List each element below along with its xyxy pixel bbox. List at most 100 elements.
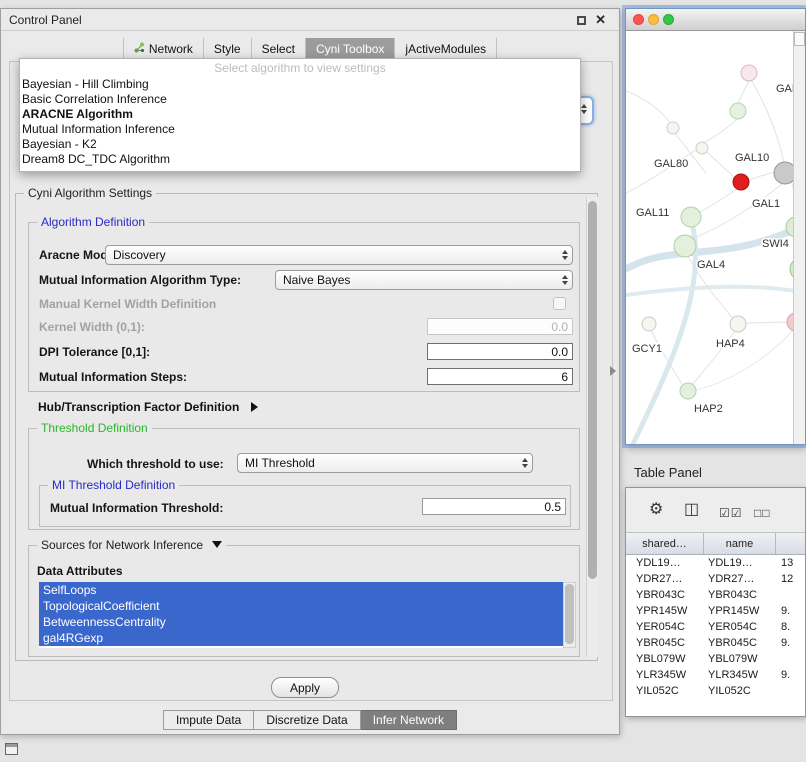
column-header-name[interactable]: name (704, 533, 776, 554)
network-node[interactable] (741, 65, 757, 81)
manual-kernel-checkbox[interactable] (553, 297, 566, 310)
mi-threshold-field[interactable]: 0.5 (422, 498, 566, 515)
algorithm-option[interactable]: Bayesian - Hill Climbing (20, 77, 580, 92)
tab-style[interactable]: Style (203, 38, 251, 59)
table-row[interactable]: YPR145WYPR145W9. (626, 603, 805, 619)
algorithm-option[interactable]: Basic Correlation Inference (20, 92, 580, 107)
control-panel-window: Control Panel ✕ Network Style Select Cyn… (0, 8, 620, 735)
tab-select[interactable]: Select (251, 38, 305, 59)
network-node[interactable] (680, 383, 696, 399)
table-cell (776, 683, 805, 699)
network-node[interactable] (667, 122, 679, 134)
network-node[interactable] (696, 142, 708, 154)
table-row[interactable]: YDR27…YDR27…12 (626, 571, 805, 587)
table-row[interactable]: YBR043CYBR043C (626, 587, 805, 603)
algorithm-definition-group: Algorithm Definition Aracne Mode: Discov… (28, 222, 580, 392)
tab-cyni-toolbox[interactable]: Cyni Toolbox (305, 38, 394, 59)
tab-infer-network[interactable]: Infer Network (361, 710, 457, 730)
network-window-titlebar[interactable] (626, 9, 805, 31)
algorithm-option[interactable]: Bayesian - K2 (20, 137, 580, 152)
table-cell: YER054C (704, 619, 776, 635)
network-node[interactable] (733, 174, 749, 190)
which-threshold-select[interactable]: MI Threshold (237, 453, 533, 473)
columns-icon[interactable]: ◫ (684, 500, 699, 520)
table-row[interactable]: YER054CYER054C8. (626, 619, 805, 635)
aracne-mode-value: Discovery (113, 248, 166, 262)
clear-all-checkboxes-icon[interactable]: □□ (754, 503, 771, 523)
tab-jactivemodules[interactable]: jActiveModules (394, 38, 497, 59)
hub-label: Hub/Transcription Factor Definition (38, 400, 239, 414)
close-panel-icon[interactable]: ✕ (595, 12, 606, 28)
network-scrollbar[interactable] (793, 31, 805, 444)
sources-group-title[interactable]: Sources for Network Inference (37, 538, 226, 552)
tab-label: jActiveModules (405, 42, 486, 56)
algorithm-option[interactable]: ARACNE Algorithm (20, 107, 580, 122)
tab-impute-data[interactable]: Impute Data (163, 710, 254, 730)
table-row[interactable]: YBL079WYBL079W (626, 651, 805, 667)
mi-steps-field[interactable]: 6 (427, 368, 573, 385)
attribute-list-item[interactable]: gal4RGexp (39, 630, 563, 646)
table-cell: YPR145W (626, 603, 704, 619)
settings-scrollbar[interactable] (586, 197, 598, 657)
table-row[interactable]: YIL052CYIL052C (626, 683, 805, 699)
table-row[interactable]: YBR045CYBR045C9. (626, 635, 805, 651)
scrollbar-box[interactable] (794, 32, 805, 46)
network-node[interactable] (730, 316, 746, 332)
tab-network[interactable]: Network (123, 38, 203, 59)
table-row[interactable]: YDL19…YDL19…13 (626, 555, 805, 571)
algorithm-option[interactable]: Dream8 DC_TDC Algorithm (20, 152, 580, 167)
restore-panel-icon[interactable] (5, 743, 18, 755)
network-node[interactable] (674, 235, 696, 257)
column-header-shared-name[interactable]: shared… (626, 533, 704, 554)
dpi-tolerance-field[interactable]: 0.0 (427, 343, 573, 360)
network-node[interactable] (681, 207, 701, 227)
table-row[interactable]: YLR345WYLR345W9. (626, 667, 805, 683)
mi-type-select[interactable]: Naive Bayes (275, 270, 573, 290)
table-cell: YBR043C (704, 587, 776, 603)
zoom-window-button[interactable] (663, 14, 674, 25)
scrollbar-thumb[interactable] (588, 201, 597, 579)
close-window-button[interactable] (633, 14, 644, 25)
table-body: YDL19…YDL19…13YDR27…YDR27…12YBR043CYBR04… (626, 555, 805, 716)
apply-button[interactable]: Apply (271, 677, 339, 698)
network-node-label: HAP2 (694, 403, 723, 415)
panel-splitter-arrow[interactable] (610, 366, 616, 376)
aracne-mode-select[interactable]: Discovery (105, 245, 573, 265)
mi-threshold-label: Mutual Information Threshold: (50, 501, 223, 515)
network-node[interactable] (774, 162, 795, 184)
algorithm-popup-list: Bayesian - Hill ClimbingBasic Correlatio… (20, 77, 580, 167)
attribute-list-item[interactable]: TopologicalCoefficient (39, 598, 563, 614)
table-header: shared… name (626, 533, 805, 555)
network-canvas[interactable]: GALGAL80GAL10GAL11GAL1SWI4GAL4GCY1HAP4HA… (626, 31, 795, 444)
algorithm-option[interactable]: Mutual Information Inference (20, 122, 580, 137)
table-cell: YBR045C (626, 635, 704, 651)
table-cell: YDR27… (626, 571, 704, 587)
network-edge (626, 91, 670, 123)
network-canvas-area[interactable]: GALGAL80GAL10GAL11GAL1SWI4GAL4GCY1HAP4HA… (626, 31, 805, 444)
table-cell: YLR345W (704, 667, 776, 683)
network-node[interactable] (642, 317, 656, 331)
float-panel-icon[interactable] (577, 16, 586, 25)
data-attributes-label: Data Attributes (37, 564, 123, 578)
tab-label: Cyni Toolbox (316, 42, 384, 56)
tab-label: Network (149, 42, 193, 56)
hub-transcription-factor-toggle[interactable]: Hub/Transcription Factor Definition (38, 400, 258, 414)
attributes-scrollbar[interactable] (563, 582, 576, 648)
network-edge (694, 183, 783, 238)
scrollbar-thumb[interactable] (565, 584, 574, 644)
network-node-label: GAL10 (735, 152, 769, 164)
table-cell: 8. (776, 619, 805, 635)
mi-type-value: Naive Bayes (283, 273, 350, 287)
column-header-clipped[interactable] (776, 533, 805, 554)
table-cell: 9. (776, 603, 805, 619)
minimize-window-button[interactable] (648, 14, 659, 25)
tab-discretize-data[interactable]: Discretize Data (254, 710, 360, 730)
attribute-list-item[interactable]: SelfLoops (39, 582, 563, 598)
combo-arrows-icon (562, 275, 568, 285)
combo-arrows-icon (562, 250, 568, 260)
control-panel-tabbar: Network Style Select Cyni Toolbox jActiv… (1, 38, 619, 59)
attribute-list-item[interactable]: BetweennessCentrality (39, 614, 563, 630)
network-node[interactable] (730, 103, 746, 119)
select-all-checkboxes-icon[interactable]: ☑☑ (719, 503, 743, 523)
gear-icon[interactable]: ⚙ (649, 500, 663, 520)
